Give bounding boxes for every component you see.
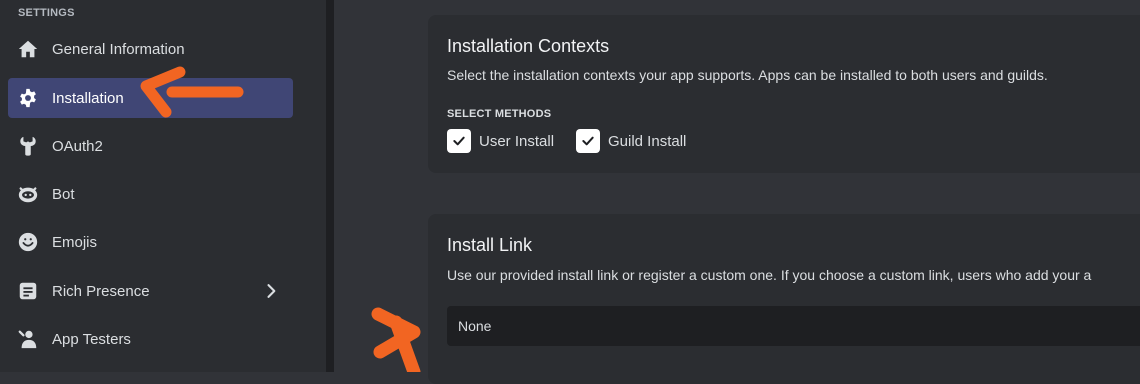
installation-contexts-description: Select the installation contexts your ap… [447, 67, 1048, 83]
checkmark-icon [447, 129, 471, 153]
sidebar-divider [326, 0, 334, 372]
sidebar-item-label: Bot [52, 185, 75, 203]
bot-icon [16, 182, 40, 206]
sidebar-item-oauth2[interactable]: OAuth2 [8, 126, 293, 166]
sidebar-item-app-testers[interactable]: App Testers [8, 319, 293, 359]
settings-section-label: SETTINGS [18, 7, 75, 19]
annotation-arrow-right [371, 307, 421, 372]
settings-sidebar: SETTINGS General Information Installatio… [0, 0, 326, 372]
install-link-description: Use our provided install link or registe… [447, 267, 1092, 283]
guild-install-label: Guild Install [608, 132, 687, 150]
gear-icon [16, 86, 40, 110]
sidebar-item-label: Emojis [52, 233, 98, 251]
sidebar-item-general-information[interactable]: General Information [8, 29, 293, 69]
install-link-select[interactable]: None [447, 306, 1140, 346]
install-link-title: Install Link [447, 235, 533, 255]
app-testers-icon [16, 327, 40, 351]
rich-presence-icon [16, 279, 40, 303]
sidebar-item-emojis[interactable]: Emojis [8, 222, 293, 262]
guild-install-checkbox[interactable]: Guild Install [576, 129, 686, 153]
checkmark-icon [576, 129, 600, 153]
sidebar-item-label: App Testers [52, 330, 131, 348]
sidebar-item-label: Rich Presence [52, 282, 150, 300]
sidebar-item-rich-presence[interactable]: Rich Presence [8, 271, 293, 311]
sidebar-item-label: Installation [52, 89, 124, 107]
select-methods-label: SELECT METHODS [447, 108, 552, 120]
sidebar-item-label: OAuth2 [52, 137, 103, 155]
sidebar-item-installation[interactable]: Installation [8, 78, 293, 118]
install-link-card: Install Link Use our provided install li… [428, 214, 1140, 384]
wrench-icon [16, 134, 40, 158]
installation-contexts-title: Installation Contexts [447, 36, 610, 56]
sidebar-item-label: General Information [52, 40, 185, 58]
install-link-selected-value: None [458, 318, 492, 334]
installation-contexts-card: Installation Contexts Select the install… [428, 15, 1140, 173]
chevron-right-icon[interactable] [261, 281, 281, 301]
home-icon [16, 37, 40, 61]
sidebar-item-bot[interactable]: Bot [8, 174, 293, 214]
user-install-label: User Install [479, 132, 555, 150]
user-install-checkbox[interactable]: User Install [447, 129, 554, 153]
smiley-icon [16, 230, 40, 254]
